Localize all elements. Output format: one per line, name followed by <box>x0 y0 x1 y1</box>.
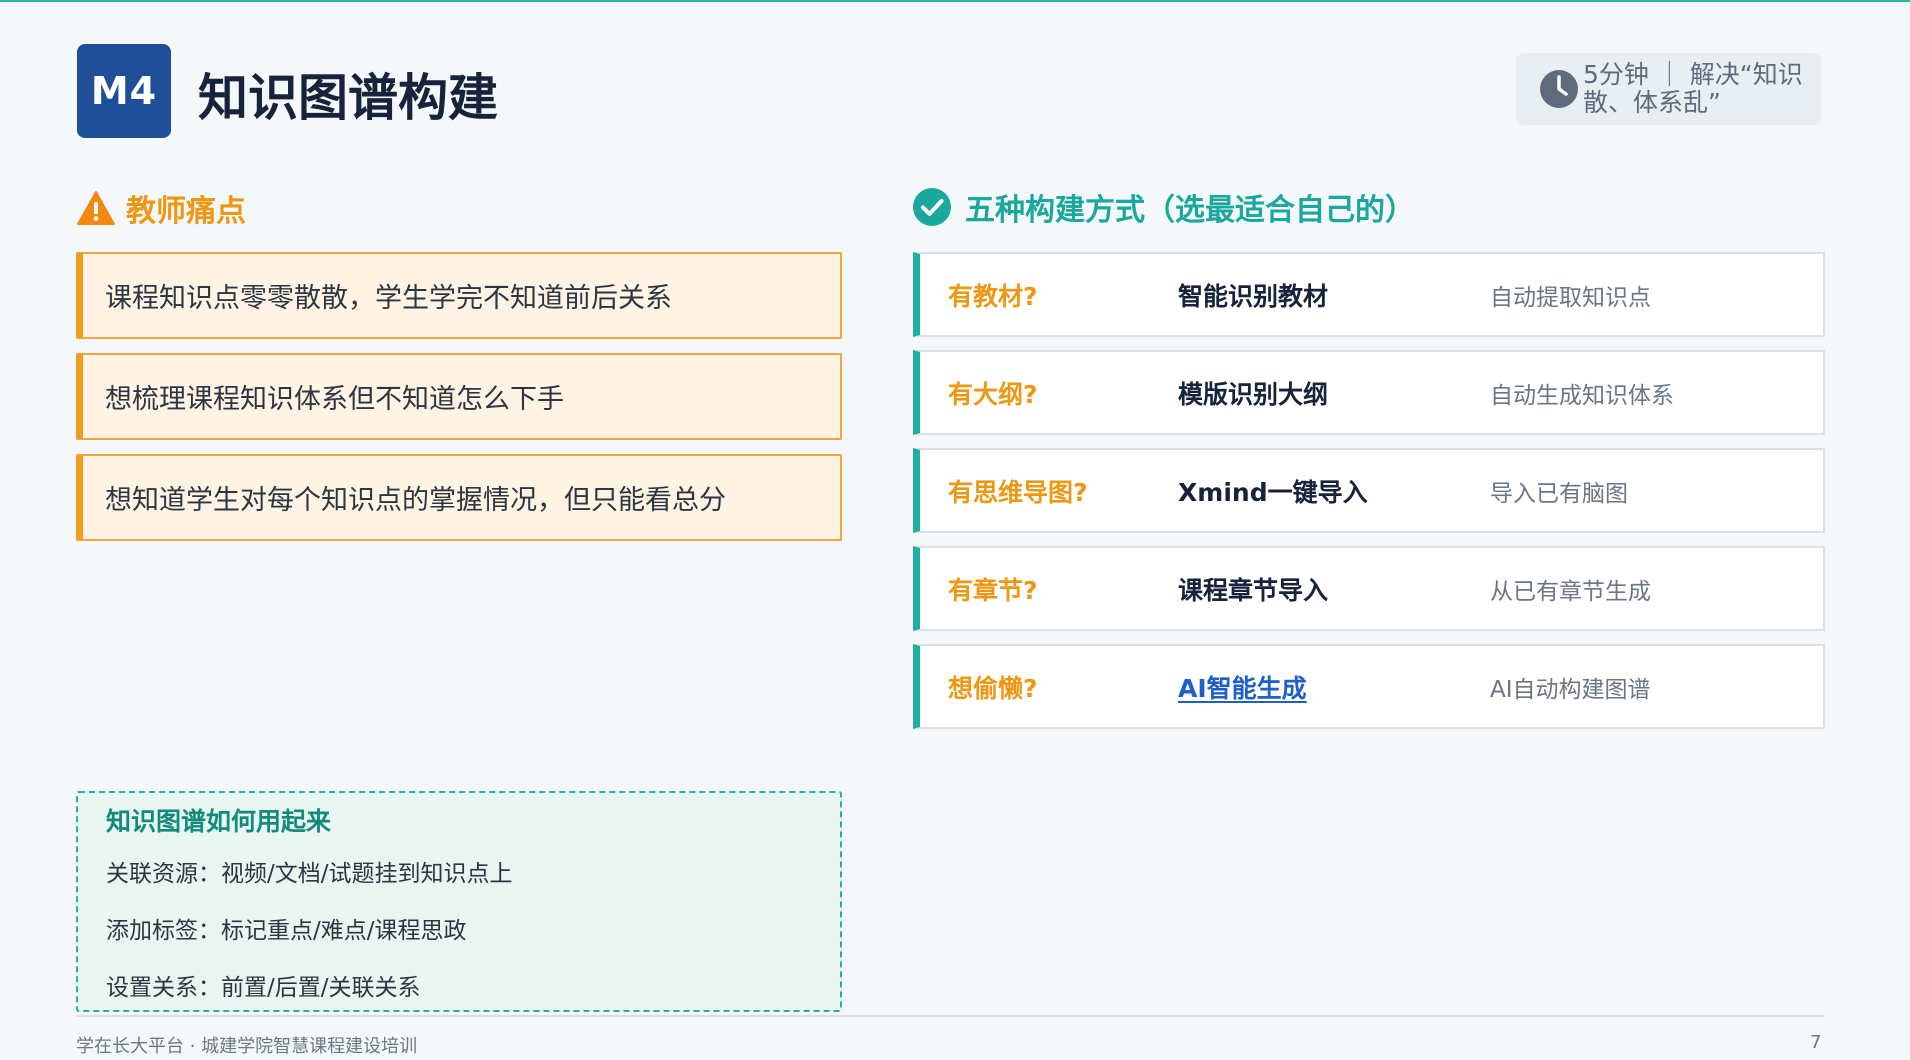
way-result: 自动提取知识点 <box>1490 284 1651 311</box>
way-question: 有章节? <box>948 575 1038 605</box>
page-title: 知识图谱构建 <box>198 69 498 127</box>
way-question: 有思维导图? <box>948 477 1088 507</box>
duration-box: 5分钟 ｜ 解决“知识 散、体系乱” <box>1516 53 1821 125</box>
way-result: 自动生成知识体系 <box>1490 382 1674 409</box>
usage-item: 关联资源：视频/文档/试题挂到知识点上 <box>106 861 513 887</box>
pain-heading: 教师痛点 <box>76 186 246 230</box>
way-row: 想偷懒? AI智能生成 AI自动构建图谱 <box>913 644 1825 729</box>
ai-generate-link[interactable]: AI智能生成 <box>1178 669 1307 705</box>
way-row: 有思维导图? Xmind一键导入 导入已有脑图 <box>913 448 1825 533</box>
way-question: 有教材? <box>948 281 1038 311</box>
way-result: AI自动构建图谱 <box>1490 676 1651 703</box>
duration-line-1: 5分钟 ｜ 解决“知识 <box>1583 60 1803 89</box>
way-result: 从已有章节生成 <box>1490 578 1651 605</box>
way-method: Xmind一键导入 <box>1178 477 1368 507</box>
way-question: 想偷懒? <box>948 673 1038 703</box>
usage-item: 设置关系：前置/后置/关联关系 <box>106 975 421 1001</box>
pain-card: 想梳理课程知识体系但不知道怎么下手 <box>76 353 842 440</box>
clock-icon <box>1540 70 1578 108</box>
pain-text: 想梳理课程知识体系但不知道怎么下手 <box>105 384 564 415</box>
way-method: 模版识别大纲 <box>1178 379 1329 409</box>
warning-icon <box>77 191 115 225</box>
pain-text: 想知道学生对每个知识点的掌握情况，但只能看总分 <box>105 485 726 516</box>
way-row: 有章节? 课程章节导入 从已有章节生成 <box>913 546 1825 631</box>
duration-text: 5分钟 ｜ 解决“知识 散、体系乱” <box>1583 61 1803 117</box>
way-row: 有大纲? 模版识别大纲 自动生成知识体系 <box>913 350 1825 435</box>
pain-card: 想知道学生对每个知识点的掌握情况，但只能看总分 <box>76 454 842 541</box>
way-question: 有大纲? <box>948 379 1038 409</box>
way-row: 有教材? 智能识别教材 自动提取知识点 <box>913 252 1825 337</box>
way-result: 导入已有脑图 <box>1490 480 1628 507</box>
ways-heading-label: 五种构建方式（选最适合自己的） <box>965 193 1415 228</box>
footer-text: 学在长大平台 · 城建学院智慧课程建设培训 <box>76 1036 418 1057</box>
usage-item: 添加标签：标记重点/难点/课程思政 <box>106 918 467 944</box>
way-method: 课程章节导入 <box>1178 575 1329 605</box>
footer-divider <box>76 1015 1824 1017</box>
pain-card: 课程知识点零零散散，学生学完不知道前后关系 <box>76 252 842 339</box>
slide: M4 知识图谱构建 5分钟 ｜ 解决“知识 散、体系乱” 教师痛点 课程知识点零… <box>0 0 1910 1060</box>
pain-text: 课程知识点零零散散，学生学完不知道前后关系 <box>105 283 672 314</box>
page-number: 7 <box>1810 1032 1822 1053</box>
usage-box: 知识图谱如何用起来 关联资源：视频/文档/试题挂到知识点上 添加标签：标记重点/… <box>76 791 842 1012</box>
ways-heading: 五种构建方式（选最适合自己的） <box>912 185 1415 229</box>
duration-line-2: 散、体系乱” <box>1583 88 1721 117</box>
pain-heading-label: 教师痛点 <box>126 194 246 229</box>
check-circle-icon <box>913 188 951 226</box>
way-method: 智能识别教材 <box>1178 281 1329 311</box>
usage-title: 知识图谱如何用起来 <box>106 807 332 836</box>
module-badge: M4 <box>77 44 171 138</box>
